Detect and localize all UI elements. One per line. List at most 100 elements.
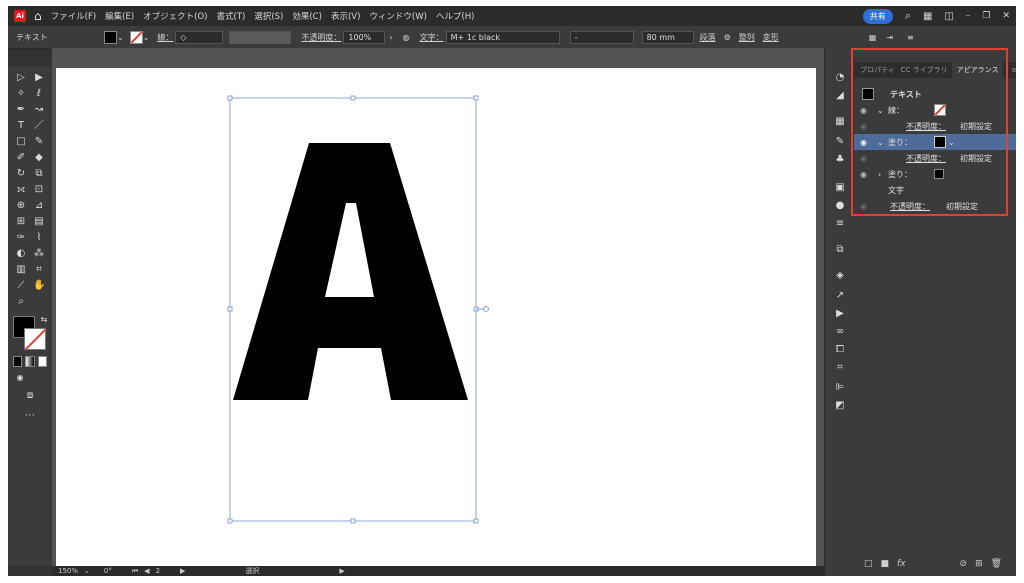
gradient-tool-icon[interactable]: ▤ bbox=[33, 216, 45, 228]
font-style-field[interactable]: - bbox=[569, 30, 634, 44]
rotation-value[interactable]: 0° bbox=[104, 567, 112, 575]
delete-item-icon[interactable]: 🗑 bbox=[991, 559, 1002, 569]
lasso-icon[interactable]: ℓ bbox=[33, 88, 45, 100]
canvas-area[interactable]: A bbox=[52, 48, 824, 566]
shaper-tool-icon[interactable]: ✐ bbox=[15, 152, 27, 164]
prev-page-icon[interactable]: ◀ bbox=[144, 567, 149, 575]
restore-icon[interactable]: ❐ bbox=[982, 11, 990, 21]
transform-panel-icon[interactable]: ⌗ bbox=[834, 362, 846, 374]
graphic-styles-icon[interactable]: ⧉ bbox=[834, 244, 846, 256]
menu-object[interactable]: オブジェクト(O) bbox=[143, 10, 207, 22]
line-tool-icon[interactable]: ／ bbox=[33, 120, 45, 132]
chevron-down-icon[interactable]: ⌄ bbox=[117, 33, 124, 42]
free-transform-icon[interactable]: ⊡ bbox=[33, 184, 45, 196]
stroke-color-box[interactable] bbox=[24, 328, 46, 350]
stroke-label[interactable]: 線： bbox=[157, 32, 173, 43]
rectangle-tool-icon[interactable]: □ bbox=[15, 136, 27, 148]
first-page-icon[interactable]: ⏮ bbox=[132, 567, 138, 576]
panel-options-icon[interactable]: ▦ bbox=[869, 33, 877, 42]
direct-selection-tool-icon[interactable]: ▶ bbox=[33, 72, 45, 84]
font-size-field[interactable]: 80 mm bbox=[641, 30, 694, 44]
add-fill-icon[interactable]: ■ bbox=[881, 559, 890, 569]
measure-icon[interactable]: ⌇ bbox=[33, 232, 45, 244]
layers-icon[interactable]: ◈ bbox=[834, 270, 846, 282]
search-icon[interactable]: ⌕ bbox=[905, 9, 911, 23]
more-tools-icon[interactable]: ⋯ bbox=[24, 410, 36, 422]
duplicate-item-icon[interactable]: ⊞ bbox=[975, 559, 983, 569]
links-icon[interactable]: ∞ bbox=[834, 326, 846, 338]
chevron-right-icon[interactable]: › bbox=[389, 33, 392, 42]
fill-swatch[interactable] bbox=[104, 30, 117, 44]
stroke-swatch[interactable] bbox=[129, 30, 143, 44]
transparency-icon[interactable]: ≡ bbox=[834, 218, 846, 230]
eraser-icon[interactable]: ◆ bbox=[33, 152, 45, 164]
arrange-docs-icon[interactable]: ⇥ bbox=[886, 33, 893, 42]
perspective-grid-icon[interactable]: ⊿ bbox=[33, 200, 45, 212]
opacity-field[interactable]: 100% bbox=[343, 30, 386, 44]
font-family-field[interactable]: M+ 1c black bbox=[445, 30, 560, 44]
pathfinder-icon[interactable]: ◩ bbox=[834, 400, 846, 412]
play-icon[interactable]: ▶ bbox=[339, 567, 344, 575]
menu-type[interactable]: 書式(T) bbox=[217, 10, 246, 22]
type-tool-icon[interactable]: T bbox=[15, 120, 27, 132]
menu-help[interactable]: ヘルプ(H) bbox=[436, 10, 475, 22]
minimize-icon[interactable]: – bbox=[966, 11, 971, 21]
arrange-icon[interactable]: ◫ bbox=[944, 11, 953, 22]
stroke-weight-field[interactable]: ◇ bbox=[175, 30, 224, 44]
eyedropper-icon[interactable]: ✑ bbox=[15, 232, 27, 244]
slice-tool-icon[interactable]: ⟋ bbox=[15, 280, 27, 292]
menu-view[interactable]: 表示(V) bbox=[331, 10, 360, 22]
menu-lines-icon[interactable]: ≡ bbox=[907, 33, 914, 42]
menu-window[interactable]: ウィンドウ(W) bbox=[369, 10, 427, 22]
page-number[interactable]: 2 bbox=[156, 567, 160, 575]
blend-tool-icon[interactable]: ◐ bbox=[15, 248, 27, 260]
align-panel-icon[interactable]: ⊫ bbox=[834, 382, 846, 394]
character-label[interactable]: 文字： bbox=[420, 32, 444, 43]
recolor-icon[interactable]: ◍ bbox=[403, 33, 410, 42]
stroke-panel-icon[interactable]: ▣ bbox=[834, 182, 846, 194]
chevron-down-icon[interactable]: ⌄ bbox=[84, 567, 90, 575]
magic-wand-icon[interactable]: ✧ bbox=[15, 88, 27, 100]
draw-mode-icon[interactable]: ◉ bbox=[14, 372, 26, 384]
gear-icon[interactable]: ⚙ bbox=[724, 33, 731, 42]
export-icon[interactable]: ↗ bbox=[834, 290, 846, 302]
scale-tool-icon[interactable]: ⧉ bbox=[33, 168, 45, 180]
color-mode-buttons[interactable] bbox=[13, 356, 47, 367]
transform-link[interactable]: 変形 bbox=[763, 32, 779, 43]
selection-tool-icon[interactable]: ▷ bbox=[15, 72, 27, 84]
paintbrush-icon[interactable]: ✎ bbox=[33, 136, 45, 148]
symbol-sprayer-icon[interactable]: ⁂ bbox=[33, 248, 45, 260]
hand-tool-icon[interactable]: ✋ bbox=[33, 280, 45, 292]
menu-file[interactable]: ファイル(F) bbox=[51, 10, 97, 22]
curvature-tool-icon[interactable]: ↝ bbox=[33, 104, 45, 116]
zoom-level[interactable]: 150% bbox=[58, 567, 78, 575]
actions-icon[interactable]: ▶ bbox=[834, 308, 846, 320]
home-icon[interactable]: ⌂ bbox=[34, 9, 42, 23]
variable-width-field[interactable] bbox=[229, 30, 292, 44]
close-icon[interactable]: ✕ bbox=[1002, 11, 1010, 21]
zoom-tool-icon[interactable]: ⌕ bbox=[15, 296, 27, 308]
color-panel-icon[interactable]: ◔ bbox=[834, 72, 846, 84]
artboard[interactable]: A bbox=[56, 68, 816, 566]
rotate-tool-icon[interactable]: ↻ bbox=[15, 168, 27, 180]
width-tool-icon[interactable]: ⟗ bbox=[15, 184, 27, 196]
share-button[interactable]: 共有 bbox=[862, 8, 893, 24]
next-page-icon[interactable]: ▶ bbox=[180, 567, 185, 575]
paragraph-link[interactable]: 段落 bbox=[700, 32, 716, 43]
menu-select[interactable]: 選択(S) bbox=[254, 10, 283, 22]
panel-menu-icon[interactable]: ≡ bbox=[1011, 66, 1016, 74]
mesh-tool-icon[interactable]: ⊞ bbox=[15, 216, 27, 228]
color-guide-icon[interactable]: ◢ bbox=[834, 90, 846, 102]
clear-appearance-icon[interactable]: ⊘ bbox=[960, 559, 968, 569]
align-link[interactable]: 整列 bbox=[739, 32, 755, 43]
gradient-panel-icon[interactable]: ● bbox=[834, 200, 846, 212]
brushes-icon[interactable]: ✎ bbox=[834, 136, 846, 148]
pen-tool-icon[interactable]: ✒ bbox=[15, 104, 27, 116]
artboards-icon[interactable]: ⧠ bbox=[834, 344, 846, 356]
symbols-icon[interactable]: ♣ bbox=[834, 154, 846, 166]
swatches-icon[interactable]: ▦ bbox=[834, 116, 846, 128]
screen-mode-icon[interactable]: ⧈ bbox=[24, 390, 36, 402]
swap-colors-icon[interactable]: ⇆ bbox=[38, 314, 50, 326]
fx-icon[interactable]: fx bbox=[897, 559, 906, 569]
graph-tool-icon[interactable]: ▥ bbox=[15, 264, 27, 276]
